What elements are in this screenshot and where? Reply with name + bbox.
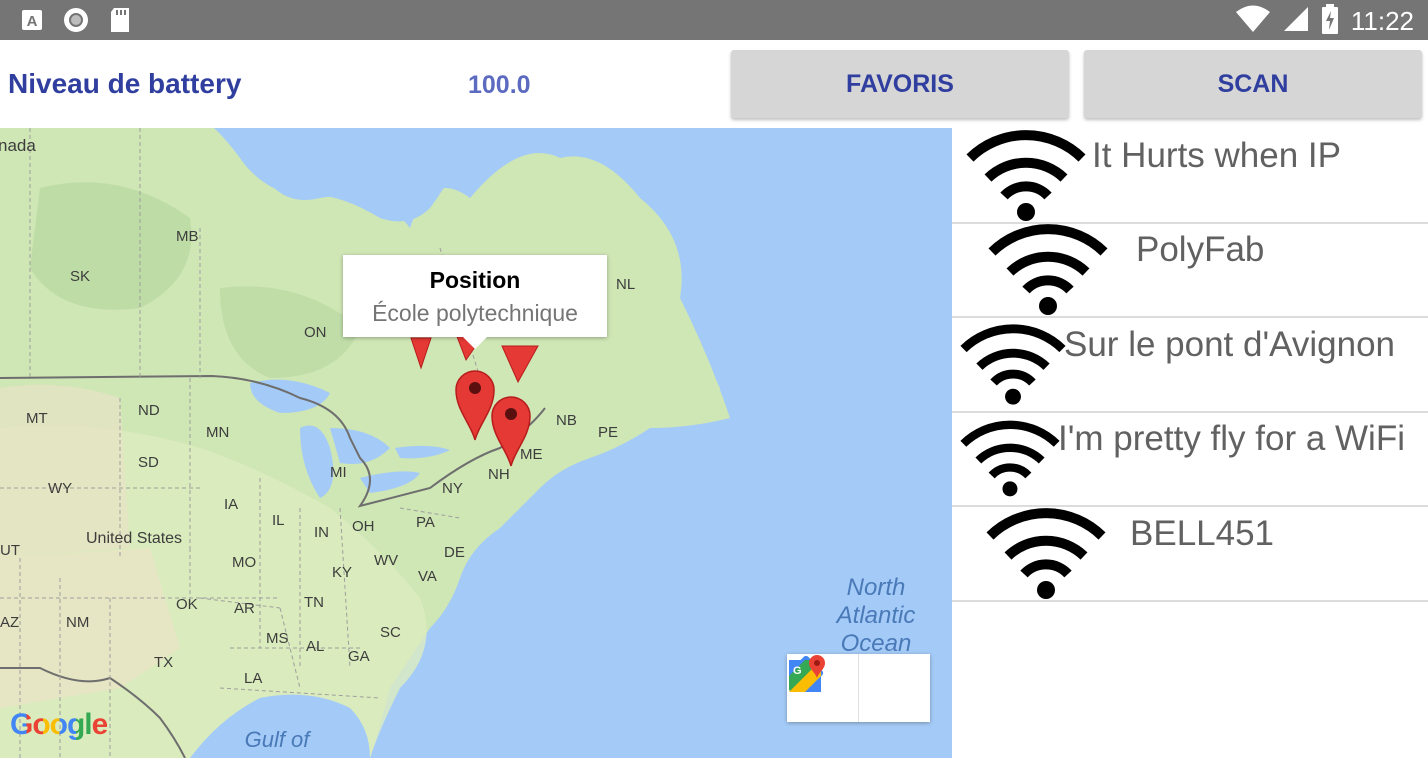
wifi-icon xyxy=(988,224,1108,315)
wifi-list-item[interactable]: BELL451 xyxy=(952,506,1428,602)
map-label-mo: MO xyxy=(232,554,257,571)
google-logo-text: Google xyxy=(10,708,108,741)
map-label-nb: NB xyxy=(556,412,577,429)
wifi-name: It Hurts when IP xyxy=(1092,136,1341,175)
map-label-ky: KY xyxy=(332,564,353,581)
wifi-icon xyxy=(966,130,1086,221)
map-label-al: AL xyxy=(306,638,325,655)
text-a-icon: A xyxy=(18,6,46,34)
ocean-label: North Atlantic Ocean xyxy=(836,574,916,657)
google-logo: Google xyxy=(10,708,108,742)
wifi-name: PolyFab xyxy=(1136,230,1265,269)
status-time: 11:22 xyxy=(1350,6,1414,36)
map-label-la: LA xyxy=(244,670,263,687)
map-label-de: DE xyxy=(444,544,465,561)
wifi-list-item[interactable]: It Hurts when IP xyxy=(952,128,1428,224)
gulf-label: Gulf of Mexico xyxy=(242,727,312,758)
map-label-oh: OH xyxy=(352,518,375,535)
map-label-sc: SC xyxy=(380,624,401,641)
wifi-name: Sur le pont d'Avignon xyxy=(1064,325,1395,364)
map-label-canada: nada xyxy=(0,136,36,155)
map-label-nh: NH xyxy=(488,466,510,483)
map-label-mn: MN xyxy=(206,424,230,441)
map-label-united-states: United States xyxy=(86,530,183,547)
map-label-pa: PA xyxy=(416,514,435,531)
svg-text:A: A xyxy=(27,13,38,30)
circle-icon xyxy=(62,6,90,34)
map-label-ar: AR xyxy=(234,600,255,617)
google-maps-icon[interactable]: G xyxy=(789,654,930,722)
map-label-mb: MB xyxy=(176,228,199,245)
battery-header: Niveau de battery 100.0 FAVORIS SCAN xyxy=(0,40,1428,128)
svg-text:G: G xyxy=(793,665,802,677)
map-label-ia: IA xyxy=(224,496,239,513)
map-label-tx: TX xyxy=(154,654,174,671)
wifi-icon xyxy=(986,508,1106,599)
map-label-tn: TN xyxy=(304,594,324,611)
wifi-list-item[interactable]: I'm pretty fly for a WiFi xyxy=(952,411,1428,507)
wifi-icon xyxy=(960,420,1060,497)
sd-card-icon xyxy=(106,6,134,34)
map-toolbar: G xyxy=(787,654,930,722)
status-bar: A 11:22 xyxy=(0,0,1428,40)
wifi-list-item[interactable]: PolyFab xyxy=(952,222,1428,318)
wifi-name: I'm pretty fly for a WiFi xyxy=(1058,419,1405,458)
map-label-il: IL xyxy=(272,512,285,529)
battery-label: Niveau de battery xyxy=(8,68,242,99)
scan-button[interactable]: SCAN xyxy=(1084,50,1422,118)
favoris-button[interactable]: FAVORIS xyxy=(731,50,1069,118)
map-label-ga: GA xyxy=(348,648,370,665)
map-label-ok: OK xyxy=(176,596,198,613)
wifi-list-item[interactable]: Sur le pont d'Avignon xyxy=(952,317,1428,413)
battery-charging-icon xyxy=(1321,4,1339,39)
map-label-mi: MI xyxy=(330,464,347,481)
marker-info-window[interactable]: Position École polytechnique xyxy=(343,255,607,349)
map-label-sk: SK xyxy=(70,268,91,285)
map-label-va: VA xyxy=(418,568,437,585)
battery-value: 100.0 xyxy=(468,71,531,99)
location-marker-2[interactable] xyxy=(490,392,532,468)
map-label-ms: MS xyxy=(266,630,289,647)
map-label-wv: WV xyxy=(374,552,399,569)
map-label-nm: NM xyxy=(66,614,90,631)
map-label-ut: UT xyxy=(0,542,20,559)
map-label-on: ON xyxy=(304,324,327,341)
map-label-ny: NY xyxy=(442,480,463,497)
wifi-icon xyxy=(960,324,1066,405)
info-window-title: Position xyxy=(429,267,521,293)
map-label-sd: SD xyxy=(138,454,159,471)
wifi-network-list: It Hurts when IP PolyFab Sur le pont d'A… xyxy=(952,128,1428,758)
wifi-signal-icon xyxy=(1235,5,1271,38)
cell-signal-icon xyxy=(1283,6,1309,37)
map-label-in: IN xyxy=(314,524,329,541)
map-label-nd: ND xyxy=(138,402,160,419)
wifi-name: BELL451 xyxy=(1130,514,1275,553)
map-label-mt: MT xyxy=(26,410,48,427)
map-label-wy: WY xyxy=(48,480,73,497)
map-label-nl: NL xyxy=(616,276,636,293)
map-label-pe: PE xyxy=(598,424,619,441)
info-window-subtitle: École polytechnique xyxy=(372,300,578,326)
map-label-az: AZ xyxy=(0,614,20,631)
map-view[interactable]: nada MB SK ON NL MT ND MN SD WY MI NB PE… xyxy=(0,128,952,758)
